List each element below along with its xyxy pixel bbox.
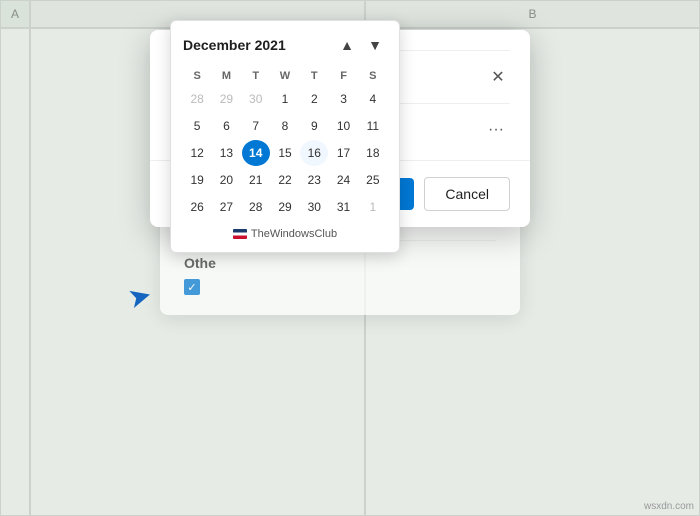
checkbox-icon: ✓: [184, 279, 200, 295]
day-header: S: [359, 67, 387, 85]
calendar-day[interactable]: 12: [183, 140, 211, 166]
calendar-day[interactable]: 22: [271, 167, 299, 193]
calendar-nav: ▲ ▼: [335, 33, 387, 57]
expiry-close-button[interactable]: ✕: [486, 65, 510, 89]
calendar-day[interactable]: 3: [329, 86, 357, 112]
other-section-label: Othe: [184, 255, 496, 271]
calendar-day[interactable]: 15: [271, 140, 299, 166]
calendar-day[interactable]: 29: [271, 194, 299, 220]
calendar-header: December 2021 ▲ ▼: [183, 33, 387, 57]
calendar-day[interactable]: 13: [212, 140, 240, 166]
calendar-day[interactable]: 1: [359, 194, 387, 220]
day-header: M: [212, 67, 240, 85]
calendar-day[interactable]: 7: [242, 113, 270, 139]
footer-text: TheWindowsClub: [251, 228, 337, 240]
calendar-day[interactable]: 1: [271, 86, 299, 112]
calendar-day[interactable]: 28: [183, 86, 211, 112]
day-header: W: [271, 67, 299, 85]
calendar-day[interactable]: 25: [359, 167, 387, 193]
calendar-prev-btn[interactable]: ▲: [335, 33, 359, 57]
calendar-day[interactable]: 11: [359, 113, 387, 139]
calendar-day[interactable]: 31: [329, 194, 357, 220]
calendar-day[interactable]: 30: [242, 86, 270, 112]
calendar-day[interactable]: 30: [300, 194, 328, 220]
calendar-day[interactable]: 24: [329, 167, 357, 193]
calendar-popup: December 2021 ▲ ▼ SMTWTFS282930123456789…: [170, 20, 400, 253]
day-header: F: [329, 67, 357, 85]
calendar-day[interactable]: 8: [271, 113, 299, 139]
calendar-day[interactable]: 29: [212, 86, 240, 112]
calendar-day[interactable]: 9: [300, 113, 328, 139]
calendar-day[interactable]: 21: [242, 167, 270, 193]
password-dots-button[interactable]: ···: [482, 118, 510, 142]
calendar-day[interactable]: 4: [359, 86, 387, 112]
watermark: wsxdn.com: [644, 501, 694, 512]
calendar-day[interactable]: 14: [242, 140, 270, 166]
calendar-day[interactable]: 16: [300, 140, 328, 166]
calendar-day[interactable]: 17: [329, 140, 357, 166]
calendar-day[interactable]: 18: [359, 140, 387, 166]
main-dialog: December 2021 ▲ ▼ SMTWTFS282930123456789…: [150, 30, 530, 227]
calendar-day[interactable]: 27: [212, 194, 240, 220]
day-header: T: [300, 67, 328, 85]
cancel-button[interactable]: Cancel: [424, 177, 510, 211]
calendar-day[interactable]: 28: [242, 194, 270, 220]
calendar-day[interactable]: 23: [300, 167, 328, 193]
calendar-day[interactable]: 5: [183, 113, 211, 139]
calendar-grid: SMTWTFS282930123456789101112131415161718…: [183, 67, 387, 220]
flag-icon: [233, 229, 247, 239]
calendar-day[interactable]: 19: [183, 167, 211, 193]
day-header: S: [183, 67, 211, 85]
day-header: T: [242, 67, 270, 85]
calendar-next-btn[interactable]: ▼: [363, 33, 387, 57]
calendar-day[interactable]: 20: [212, 167, 240, 193]
footer-logo: TheWindowsClub: [233, 228, 337, 240]
calendar-day[interactable]: 2: [300, 86, 328, 112]
calendar-footer: TheWindowsClub: [183, 228, 387, 240]
calendar-day[interactable]: 10: [329, 113, 357, 139]
calendar-day[interactable]: 6: [212, 113, 240, 139]
calendar-title: December 2021: [183, 37, 286, 53]
calendar-day[interactable]: 26: [183, 194, 211, 220]
checkbox-row: ✓: [184, 279, 496, 295]
